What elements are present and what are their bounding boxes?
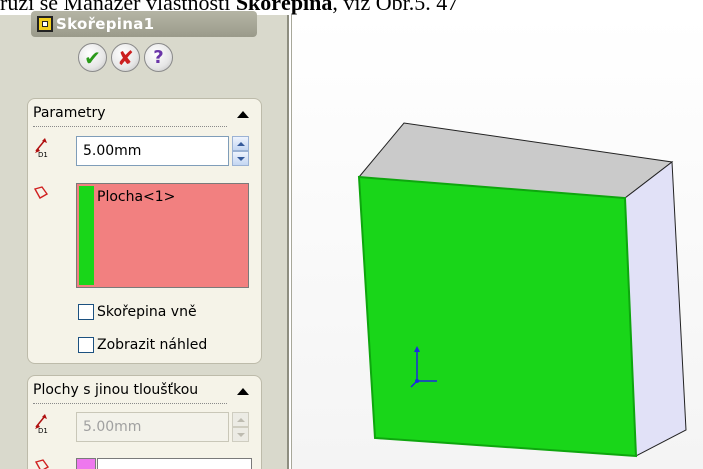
multi-face-color-swatch — [76, 458, 96, 469]
svg-text:D1: D1 — [38, 151, 48, 158]
spin-down-button[interactable] — [232, 151, 249, 166]
multi-thickness-spinner — [232, 412, 249, 442]
checkmark-icon: ✔ — [84, 45, 101, 70]
multi-thickness-header: Plochy s jinou tloušťkou — [33, 382, 199, 398]
group-divider — [33, 126, 227, 127]
dimension-arrow-icon: D1 — [35, 414, 48, 434]
thickness-input[interactable]: 5.00mm — [76, 136, 229, 166]
collapse-arrow-icon[interactable] — [237, 111, 249, 118]
doc-text-suffix: , viz Obr.5. 47 — [332, 0, 459, 15]
faces-to-remove-list[interactable]: Plocha<1> — [76, 183, 249, 288]
model-preview[interactable] — [292, 15, 703, 469]
shell-feature-icon — [37, 16, 53, 32]
spin-up-button[interactable] — [232, 136, 249, 151]
feature-title: Skořepina1 — [56, 15, 155, 33]
shell-outward-label: Skořepina vně — [97, 304, 197, 320]
close-icon: ✘ — [117, 45, 134, 70]
graphics-viewport[interactable] — [292, 15, 703, 469]
show-preview-label: Zobrazit náhled — [97, 337, 208, 353]
help-button[interactable]: ? — [144, 43, 173, 72]
dimension-arrow-icon: D1 — [35, 138, 48, 158]
list-item[interactable]: Plocha<1> — [97, 189, 175, 205]
show-preview-option[interactable]: Zobrazit náhled — [78, 337, 207, 353]
help-icon: ? — [153, 47, 164, 68]
show-preview-checkbox[interactable] — [78, 337, 94, 353]
cancel-button[interactable]: ✘ — [111, 43, 140, 72]
ok-button[interactable]: ✔ — [78, 43, 107, 72]
action-buttons: ✔ ✘ ? — [78, 43, 173, 72]
spin-down-button — [232, 427, 249, 442]
group-divider — [33, 403, 227, 404]
feature-title-bar: Skořepina1 — [31, 11, 257, 37]
shell-outward-option[interactable]: Skořepina vně — [78, 304, 197, 320]
face-color-swatch — [79, 186, 94, 285]
spin-up-button — [232, 412, 249, 427]
thickness-spinner[interactable] — [232, 136, 249, 166]
multi-thickness-input: 5.00mm — [76, 412, 229, 442]
face-selection-icon — [34, 459, 50, 469]
collapse-arrow-icon[interactable] — [237, 388, 249, 395]
parameters-header: Parametry — [33, 105, 106, 121]
multi-thickness-faces-list[interactable] — [97, 458, 252, 469]
shell-outward-checkbox[interactable] — [78, 304, 94, 320]
face-selection-icon — [33, 186, 49, 199]
svg-text:D1: D1 — [38, 427, 48, 434]
selected-face[interactable] — [357, 175, 638, 458]
